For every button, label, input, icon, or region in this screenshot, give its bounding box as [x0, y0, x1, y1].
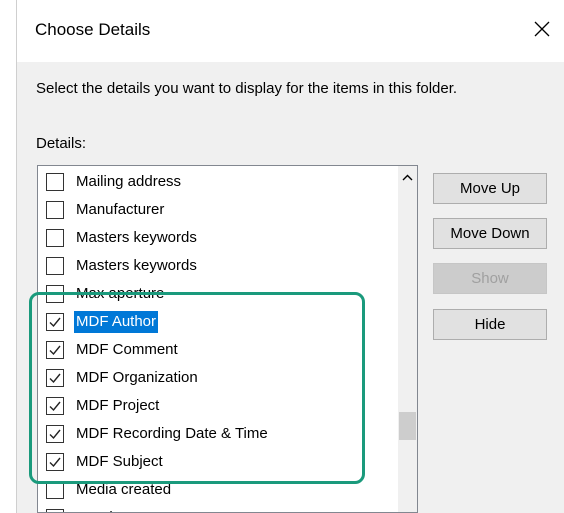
checkbox[interactable] [46, 229, 64, 247]
checkmark-icon [49, 457, 61, 468]
checkbox[interactable] [46, 201, 64, 219]
list-item-label: Max aperture [76, 285, 165, 302]
list-viewport: Mailing address Manufacturer Masters keywo… [38, 166, 398, 512]
checkbox[interactable] [46, 341, 64, 359]
list-item-label: MDF Recording Date & Time [76, 425, 268, 442]
dialog-description: Select the details you want to display f… [36, 80, 458, 97]
scroll-thumb[interactable] [399, 412, 416, 440]
list-item[interactable]: MDF Project [38, 392, 398, 420]
scroll-up-button[interactable] [398, 166, 417, 188]
checkbox[interactable] [46, 369, 64, 387]
list-item-label: MDF Project [76, 397, 160, 414]
list-item[interactable]: MDF Organization [38, 364, 398, 392]
checkmark-icon [49, 345, 61, 356]
list-item[interactable]: Mailing address [38, 168, 398, 196]
checkbox[interactable] [46, 509, 64, 512]
hide-button[interactable]: Hide [433, 309, 547, 340]
list-item[interactable]: Masters keywords [38, 224, 398, 252]
close-button[interactable] [520, 8, 564, 54]
list-item[interactable]: MDF Comment [38, 336, 398, 364]
list-item-label: MDF Organization [76, 369, 198, 386]
list-item[interactable]: Masters keywords [38, 252, 398, 280]
dialog-title: Choose Details [35, 20, 151, 39]
checkbox[interactable] [46, 397, 64, 415]
list-item[interactable]: Manufacturer [38, 196, 398, 224]
list-item-label: MDF Author [74, 311, 159, 333]
list-item[interactable]: MDF Recording Date & Time [38, 420, 398, 448]
details-list: Mailing address Manufacturer Masters keywo… [38, 168, 398, 512]
close-icon [534, 21, 550, 42]
vertical-scrollbar[interactable] [398, 166, 417, 512]
move-up-button[interactable]: Move Up [433, 173, 547, 204]
checkmark-icon [49, 429, 61, 440]
show-button[interactable]: Show [433, 263, 547, 294]
list-item-label: MDF Comment [76, 341, 178, 358]
details-label: Details: [36, 135, 87, 152]
list-item[interactable]: MDF Author [38, 308, 398, 336]
checkbox[interactable] [46, 481, 64, 499]
title-bar: Choose Details [17, 0, 564, 62]
checkmark-icon [49, 317, 61, 328]
list-item-label: Masters keywords [76, 229, 197, 246]
checkmark-icon [49, 401, 61, 412]
checkbox[interactable] [46, 313, 64, 331]
list-item[interactable]: MDF Subject [38, 448, 398, 476]
list-item[interactable]: Meeting status [38, 504, 398, 512]
checkbox[interactable] [46, 425, 64, 443]
list-item-label: Masters keywords [76, 257, 197, 274]
list-item-label: Meeting status [74, 507, 176, 512]
list-item-label: Manufacturer [76, 201, 165, 218]
checkmark-icon [49, 373, 61, 384]
list-item-label: Media created [76, 481, 172, 498]
move-down-button[interactable]: Move Down [433, 218, 547, 249]
list-item[interactable]: Max aperture [38, 280, 398, 308]
checkbox[interactable] [46, 285, 64, 303]
list-item[interactable]: Media created [38, 476, 398, 504]
checkbox[interactable] [46, 173, 64, 191]
list-item-label: Mailing address [76, 173, 182, 190]
details-listbox[interactable]: Mailing address Manufacturer Masters keywo… [37, 165, 418, 513]
checkbox[interactable] [46, 453, 64, 471]
chevron-up-icon [402, 168, 413, 186]
checkbox[interactable] [46, 257, 64, 275]
choose-details-dialog: Choose Details Select the details you wa… [16, 0, 564, 513]
list-item-label: MDF Subject [76, 453, 163, 470]
